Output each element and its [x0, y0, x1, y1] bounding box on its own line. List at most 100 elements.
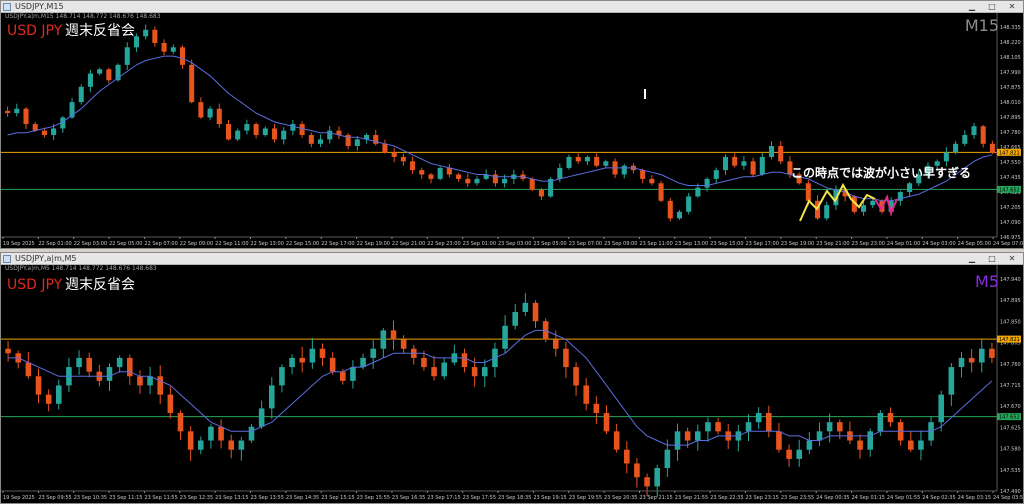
price-tick-label: 147.850: [1000, 319, 1021, 325]
window-title: USDJPY,a|m,M5: [15, 254, 77, 263]
candle-body: [382, 143, 388, 153]
time-tick-label: 23 Sep 01:00: [463, 241, 496, 247]
candle-body: [502, 325, 508, 349]
chart-info-text: USDJPY.a|m,M15 148.714 148.772 148.676 1…: [5, 13, 161, 20]
candle-body: [557, 167, 563, 179]
candle-body: [948, 367, 955, 395]
candle-body: [116, 357, 123, 368]
time-tick-label: 23 Sep 19:00: [781, 241, 814, 247]
candle-body: [189, 64, 195, 103]
candle-body: [649, 178, 655, 184]
minimize-button[interactable]: ▁: [963, 2, 981, 12]
time-tick-label: 23 Sep 09:55: [38, 495, 71, 501]
candle-body: [857, 440, 863, 450]
candle-body: [512, 312, 519, 326]
candle-body: [5, 348, 11, 354]
candle-body: [594, 156, 600, 166]
candle-body: [667, 200, 673, 219]
candle-body: [329, 357, 336, 372]
price-tick-label: 147.435: [1000, 175, 1021, 181]
candle-body: [953, 143, 959, 153]
candle-body: [962, 135, 968, 144]
candle-body: [124, 47, 130, 65]
orange-price-label: 147.821: [999, 337, 1020, 343]
candle-body: [867, 431, 874, 450]
candle-body: [776, 431, 782, 450]
time-tick-label: 24 Sep 02:35: [922, 495, 955, 501]
time-tick-label: 24 Sep 05:00: [958, 241, 991, 247]
candle-body: [76, 357, 82, 368]
candle-body: [370, 348, 377, 358]
window-titlebar[interactable]: USDJPY,a|m,M5 ▁ □ ✕: [1, 253, 1023, 265]
candle-body: [989, 348, 995, 358]
price-tick-label: 147.670: [1000, 404, 1021, 410]
candle-body: [654, 468, 661, 487]
time-tick-label: 24 Sep 01:00: [887, 241, 920, 247]
price-tick-label: 148.105: [1000, 55, 1021, 61]
time-tick-label: 24 Sep 01:15: [852, 495, 885, 501]
candle-body: [796, 449, 803, 459]
candle-body: [228, 440, 235, 450]
time-tick-label: 23 Sep 05:00: [533, 241, 566, 247]
window-titlebar[interactable]: USDJPY,M15 ▁ □ ✕: [1, 1, 1023, 13]
candle-body: [179, 47, 186, 65]
time-tick-label: 19 Sep 2025: [3, 241, 35, 247]
candle-body: [238, 440, 245, 450]
candle-body: [741, 161, 747, 166]
time-tick-label: 23 Sep 19:15: [533, 495, 566, 501]
time-tick-label: 23 Sep 22:35: [710, 495, 743, 501]
close-button[interactable]: ✕: [1003, 2, 1021, 12]
candle-body: [262, 128, 268, 136]
candle-body: [502, 178, 508, 184]
time-tick-label: 24 Sep 03:00: [922, 241, 955, 247]
price-chart-m15[interactable]: 148.335 148.220 148.105 147.990 147.875 148.0…: [1, 13, 1023, 249]
candle-body: [824, 205, 830, 219]
candle-body: [390, 330, 397, 340]
price-tick-label: 147.715: [1000, 383, 1021, 389]
candle-body: [157, 376, 164, 395]
candle-body: [715, 422, 721, 432]
candle-body: [778, 145, 784, 162]
chart-window-m5[interactable]: USDJPY,a|m,M5 ▁ □ ✕ 147.940 147.895 147.85…: [0, 252, 1024, 504]
candle-body: [532, 302, 539, 322]
candle-body: [400, 156, 406, 162]
close-button[interactable]: ✕: [1003, 254, 1021, 264]
candle-body: [248, 426, 255, 441]
price-tick-label: 147.205: [1000, 205, 1021, 211]
maximize-button[interactable]: □: [983, 254, 1001, 264]
candle-body: [14, 108, 20, 114]
candle-body: [177, 412, 184, 432]
time-tick-label: 22 Sep 17:00: [321, 241, 354, 247]
candle-body: [870, 200, 876, 206]
price-tick-label: 147.895: [1000, 115, 1021, 121]
candle-body: [529, 178, 535, 190]
time-tick-label: 23 Sep 21:00: [816, 241, 849, 247]
candle-body: [978, 348, 985, 363]
candle-body: [339, 371, 346, 381]
candle-body: [745, 422, 752, 432]
candle-body: [583, 385, 590, 404]
price-tick-label: 147.550: [1000, 160, 1021, 166]
maximize-button[interactable]: □: [983, 2, 1001, 12]
price-chart-m5[interactable]: 147.940147.895147.850147.805147.760147.7…: [1, 265, 1023, 503]
time-axis: 19 Sep 2025 22 Sep 01:00 22 Sep 03:00 22 Se…: [1, 236, 1023, 247]
candle-body: [197, 440, 204, 450]
candle-body: [106, 367, 113, 381]
candle-body: [170, 47, 176, 52]
candle-body: [126, 357, 133, 377]
chart-app-icon: [3, 255, 11, 263]
time-tick-label: 23 Sep 20:35: [604, 495, 637, 501]
candle-body: [563, 348, 569, 368]
candle-body: [354, 139, 360, 146]
time-tick-label: 22 Sep 11:00: [215, 241, 248, 247]
time-tick-label: 23 Sep 11:00: [639, 241, 672, 247]
minimize-button[interactable]: ▁: [963, 254, 981, 264]
candle-body: [281, 130, 287, 140]
chart-info-text: USDJPY.a|m,M5 148.714 148.772 148.676 14…: [5, 265, 157, 272]
annotation-text: この時点では波が小さい早すぎる: [791, 165, 971, 180]
candles-m5: [5, 293, 995, 498]
candle-body: [198, 102, 204, 118]
candle-body: [244, 124, 250, 131]
chart-window-m15[interactable]: USDJPY,M15 ▁ □ ✕ 148.335 148.220 148.105 14…: [0, 0, 1024, 249]
candle-body: [768, 145, 775, 157]
